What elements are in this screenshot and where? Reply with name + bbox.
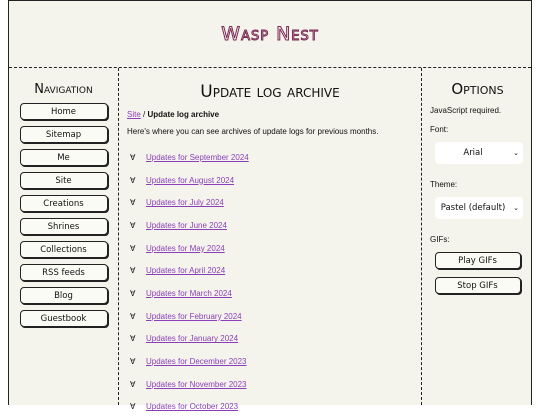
chevron-down-icon: ⌄	[513, 149, 519, 157]
list-item: ∀ Updates for October 2023	[127, 396, 413, 418]
wasp-bullet-icon: ∀	[130, 243, 136, 253]
update-link[interactable]: Updates for July 2024	[146, 198, 224, 207]
breadcrumb-site-link[interactable]: Site	[127, 110, 141, 119]
navigation-panel: Navigation Home Sitemap Me Site Creation…	[9, 68, 119, 405]
nav-item-sitemap[interactable]: Sitemap	[19, 126, 108, 143]
update-link[interactable]: Updates for October 2023	[146, 402, 238, 411]
breadcrumb-current: Update log archive	[147, 110, 220, 119]
wasp-bullet-icon: ∀	[130, 379, 136, 389]
list-item: ∀ Updates for November 2023	[127, 373, 413, 396]
javascript-note: JavaScript required.	[430, 106, 502, 115]
options-heading: Options	[451, 80, 504, 98]
theme-label: Theme:	[430, 180, 458, 189]
breadcrumb: Site / Update log archive	[127, 110, 413, 119]
update-link[interactable]: Updates for August 2024	[146, 176, 234, 185]
breadcrumb-separator: /	[143, 110, 146, 119]
nav-item-guestbook[interactable]: Guestbook	[19, 310, 108, 327]
nav-item-creations[interactable]: Creations	[19, 195, 108, 212]
font-select[interactable]: Arial ⌄	[435, 142, 523, 164]
columns: Navigation Home Sitemap Me Site Creation…	[9, 68, 531, 411]
main-content: Update log archive Site / Update log arc…	[119, 68, 422, 411]
wasp-bullet-icon: ∀	[130, 152, 136, 162]
update-log-list: ∀ Updates for September 2024 ∀ Updates for…	[127, 146, 413, 418]
update-link[interactable]: Updates for March 2024	[146, 289, 232, 298]
intro-text: Here's where you can see archives of upd…	[127, 127, 379, 136]
nav-item-shrines[interactable]: Shrines	[19, 218, 108, 235]
wasp-bullet-icon: ∀	[130, 266, 136, 276]
wasp-bullet-icon: ∀	[130, 402, 136, 412]
site-header: Wasp Nest	[9, 1, 531, 68]
list-item: ∀ Updates for January 2024	[127, 328, 413, 351]
list-item: ∀ Updates for May 2024	[127, 237, 413, 260]
play-gifs-button[interactable]: Play GIFs	[434, 252, 521, 269]
nav-item-rss-feeds[interactable]: RSS feeds	[19, 264, 108, 281]
wasp-bullet-icon: ∀	[130, 357, 136, 367]
page: Wasp Nest Navigation Home Sitemap Me Sit…	[8, 0, 532, 411]
wasp-bullet-icon: ∀	[130, 311, 136, 321]
list-item: ∀ Updates for February 2024	[127, 305, 413, 328]
wasp-bullet-icon: ∀	[130, 288, 136, 298]
wasp-bullet-icon: ∀	[130, 220, 136, 230]
list-item: ∀ Updates for March 2024	[127, 282, 413, 305]
update-link[interactable]: Updates for January 2024	[146, 334, 238, 343]
site-title[interactable]: Wasp Nest	[221, 23, 318, 46]
font-label: Font:	[430, 125, 449, 134]
update-link[interactable]: Updates for December 2023	[146, 357, 247, 366]
gifs-label: GIFs:	[430, 235, 450, 244]
navigation-heading: Navigation	[34, 82, 93, 97]
list-item: ∀ Updates for July 2024	[127, 191, 413, 214]
list-item: ∀ Updates for April 2024	[127, 259, 413, 282]
theme-select[interactable]: Pastel (default) ⌄	[435, 197, 523, 219]
nav-item-me[interactable]: Me	[19, 149, 108, 166]
options-panel: Options JavaScript required. Font: Arial…	[422, 68, 531, 405]
page-title: Update log archive	[200, 82, 340, 102]
nav-item-blog[interactable]: Blog	[19, 287, 108, 304]
font-select-value: Arial	[463, 148, 483, 158]
nav-item-home[interactable]: Home	[19, 103, 108, 120]
nav-item-collections[interactable]: Collections	[19, 241, 108, 258]
chevron-down-icon: ⌄	[513, 204, 519, 212]
update-link[interactable]: Updates for June 2024	[146, 221, 227, 230]
list-item: ∀ Updates for June 2024	[127, 214, 413, 237]
list-item: ∀ Updates for December 2023	[127, 350, 413, 373]
update-link[interactable]: Updates for May 2024	[146, 244, 225, 253]
wasp-bullet-icon: ∀	[130, 198, 136, 208]
list-item: ∀ Updates for September 2024	[127, 146, 413, 169]
update-link[interactable]: Updates for November 2023	[146, 380, 247, 389]
update-link[interactable]: Updates for September 2024	[146, 153, 249, 162]
wasp-bullet-icon: ∀	[130, 334, 136, 344]
list-item: ∀ Updates for August 2024	[127, 169, 413, 192]
nav-item-site[interactable]: Site	[19, 172, 108, 189]
stop-gifs-button[interactable]: Stop GIFs	[434, 277, 521, 294]
update-link[interactable]: Updates for February 2024	[146, 312, 242, 321]
wasp-bullet-icon: ∀	[130, 175, 136, 185]
update-link[interactable]: Updates for April 2024	[146, 266, 225, 275]
theme-select-value: Pastel (default)	[440, 203, 506, 213]
